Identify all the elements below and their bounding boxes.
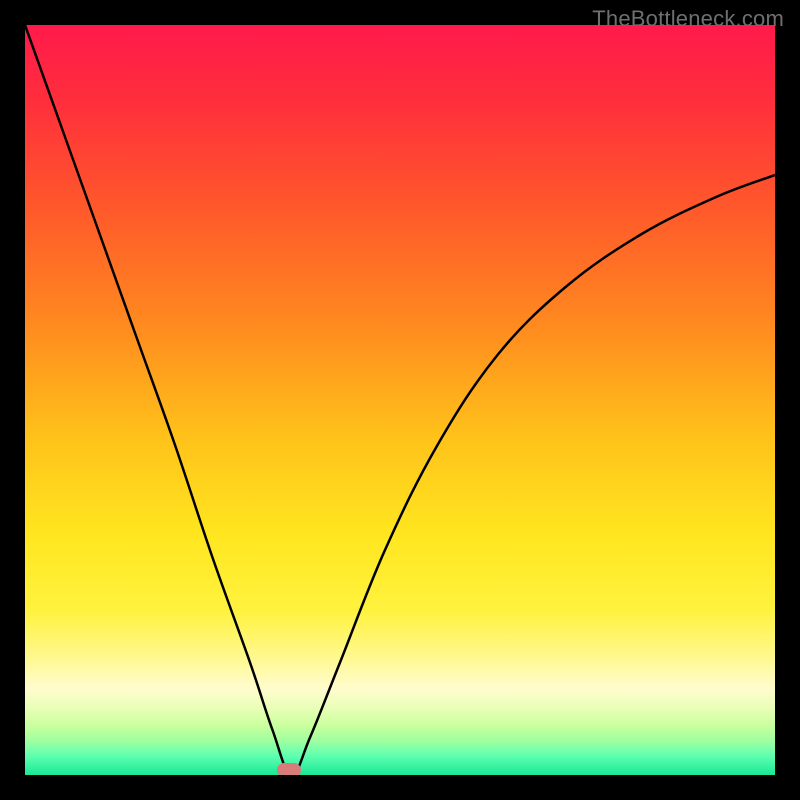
minimum-marker	[277, 763, 301, 775]
watermark-text: TheBottleneck.com	[592, 6, 784, 32]
chart-plot-area	[25, 25, 775, 775]
bottleneck-curve	[25, 25, 775, 775]
